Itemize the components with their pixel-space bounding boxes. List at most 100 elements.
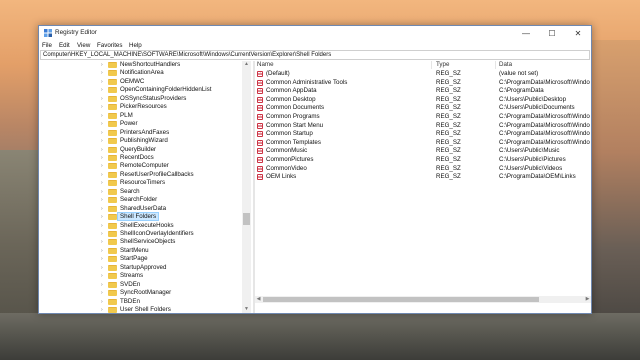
value-row[interactable]: ab CommonMusic REG_SZ C:\Users\Public\Music <box>255 147 591 156</box>
folder-icon <box>108 256 117 263</box>
chevron-right-icon[interactable]: › <box>101 231 103 237</box>
column-divider[interactable] <box>431 61 432 69</box>
tree-item[interactable]: › QueryBuilder <box>40 146 240 155</box>
tree-item[interactable]: › SVDEn <box>40 281 240 290</box>
chevron-right-icon[interactable]: › <box>101 197 103 203</box>
value-row[interactable]: ab Common Start Menu REG_SZ C:\ProgramData\… <box>255 122 591 131</box>
chevron-right-icon[interactable]: › <box>101 121 103 127</box>
menu-favorites[interactable]: Favorites <box>97 42 122 49</box>
chevron-right-icon[interactable]: › <box>101 223 103 229</box>
tree-item[interactable]: › OpenContainingFolderHiddenList <box>40 86 240 95</box>
tree-item[interactable]: › ResourceTimers <box>40 179 240 188</box>
value-row[interactable]: ab OEM Links REG_SZ C:\ProgramData\OEM\Link… <box>255 173 591 182</box>
tree-item[interactable]: › Shell Folders <box>40 212 240 222</box>
tree-item[interactable]: › ShellExecuteHooks <box>40 222 240 231</box>
address-bar[interactable]: Computer\HKEY_LOCAL_MACHINE\SOFTWARE\Mic… <box>40 50 590 60</box>
chevron-right-icon[interactable]: › <box>101 214 103 220</box>
tree-item[interactable]: › PickerResources <box>40 103 240 112</box>
values-horizontal-scrollbar[interactable]: ◀ ▶ <box>255 296 591 303</box>
value-row[interactable]: ab Common Documents REG_SZ C:\Users\Public\… <box>255 104 591 113</box>
chevron-right-icon[interactable]: › <box>101 113 103 119</box>
tree-item[interactable]: › Search <box>40 188 240 197</box>
tree-item[interactable]: › OEMWC <box>40 78 240 87</box>
tree-item[interactable]: › PrintersAndFaxes <box>40 129 240 138</box>
tree-item[interactable]: › PublishingWizard <box>40 137 240 146</box>
value-row[interactable]: ab CommonPictures REG_SZ C:\Users\Public\Pi… <box>255 156 591 165</box>
value-row[interactable]: ab Common AppData REG_SZ C:\ProgramData <box>255 87 591 96</box>
tree-item[interactable]: › SharedUserData <box>40 205 240 214</box>
scroll-down-icon[interactable]: ▼ <box>243 306 250 313</box>
tree-scroll-thumb[interactable] <box>243 213 250 225</box>
chevron-right-icon[interactable]: › <box>101 138 103 144</box>
chevron-right-icon[interactable]: › <box>101 104 103 110</box>
tree-item[interactable]: › StartMenu <box>40 247 240 256</box>
value-row[interactable]: ab Common Programs REG_SZ C:\ProgramData\Mi… <box>255 113 591 122</box>
tree-item[interactable]: › NotificationArea <box>40 69 240 78</box>
folder-icon <box>108 78 117 85</box>
value-row[interactable]: ab Common Startup REG_SZ C:\ProgramData\Mic… <box>255 130 591 139</box>
tree-item[interactable]: › User Shell Folders <box>40 306 240 313</box>
chevron-right-icon[interactable]: › <box>101 172 103 178</box>
value-row[interactable]: ab (Default) REG_SZ (value not set) <box>255 70 591 79</box>
chevron-right-icon[interactable]: › <box>101 163 103 169</box>
chevron-right-icon[interactable]: › <box>101 180 103 186</box>
tree-item[interactable]: › SearchFolder <box>40 196 240 205</box>
chevron-right-icon[interactable]: › <box>101 248 103 254</box>
tree-item[interactable]: › Streams <box>40 272 240 281</box>
scroll-up-icon[interactable]: ▲ <box>243 61 250 68</box>
column-header-type[interactable]: Type <box>436 61 449 69</box>
chevron-right-icon[interactable]: › <box>101 290 103 296</box>
menu-file[interactable]: File <box>42 42 52 49</box>
tree-item[interactable]: › SyncRootManager <box>40 289 240 298</box>
tree-item[interactable]: › NewShortcutHandlers <box>40 61 240 70</box>
chevron-right-icon[interactable]: › <box>101 307 103 313</box>
chevron-right-icon[interactable]: › <box>101 70 103 76</box>
menu-edit[interactable]: Edit <box>59 42 70 49</box>
chevron-right-icon[interactable]: › <box>101 130 103 136</box>
tree-vertical-scrollbar[interactable]: ▲ ▼ <box>242 61 251 313</box>
menu-help[interactable]: Help <box>129 42 142 49</box>
tree-item[interactable]: › Power <box>40 120 240 129</box>
chevron-right-icon[interactable]: › <box>101 282 103 288</box>
chevron-right-icon[interactable]: › <box>101 256 103 262</box>
chevron-right-icon[interactable]: › <box>101 62 103 68</box>
chevron-right-icon[interactable]: › <box>101 147 103 153</box>
chevron-right-icon[interactable]: › <box>101 96 103 102</box>
value-row[interactable]: ab CommonVideo REG_SZ C:\Users\Public\Video… <box>255 165 591 174</box>
maximize-button[interactable]: ☐ <box>539 26 565 40</box>
chevron-right-icon[interactable]: › <box>101 79 103 85</box>
tree-item-label: QueryBuilder <box>120 145 157 153</box>
tree-item[interactable]: › OSSyncStatusProviders <box>40 95 240 104</box>
chevron-right-icon[interactable]: › <box>101 87 103 93</box>
chevron-right-icon[interactable]: › <box>101 189 103 195</box>
value-row[interactable]: ab Common Administrative Tools REG_SZ C:\Pr… <box>255 79 591 88</box>
chevron-right-icon[interactable]: › <box>101 299 103 305</box>
menu-view[interactable]: View <box>77 42 90 49</box>
tree-item[interactable]: › ShellServiceObjects <box>40 238 240 247</box>
chevron-right-icon[interactable]: › <box>101 155 103 161</box>
column-divider[interactable] <box>495 61 496 69</box>
tree-item[interactable]: › ShellIconOverlayIdentifiers <box>40 230 240 239</box>
values-scroll-thumb[interactable] <box>263 297 539 302</box>
column-header-data[interactable]: Data <box>499 61 512 69</box>
tree-item[interactable]: › PLM <box>40 112 240 121</box>
chevron-right-icon[interactable]: › <box>101 265 103 271</box>
title-bar[interactable]: Registry Editor — ☐ ✕ <box>39 26 591 40</box>
tree-item[interactable]: › ResetUserProfileCallbacks <box>40 171 240 180</box>
value-data: C:\Users\Public\Music <box>499 147 560 155</box>
value-row[interactable]: ab Common Desktop REG_SZ C:\Users\Public\De… <box>255 96 591 105</box>
tree-item[interactable]: › StartupApproved <box>40 264 240 273</box>
minimize-button[interactable]: — <box>513 26 539 40</box>
chevron-right-icon[interactable]: › <box>101 206 103 212</box>
tree-item[interactable]: › RemoteComputer <box>40 162 240 171</box>
column-header-name[interactable]: Name <box>257 61 274 69</box>
value-row[interactable]: ab Common Templates REG_SZ C:\ProgramData\M… <box>255 139 591 148</box>
tree-item[interactable]: › TBDEn <box>40 298 240 307</box>
close-button[interactable]: ✕ <box>565 26 591 40</box>
chevron-right-icon[interactable]: › <box>101 273 103 279</box>
tree-item[interactable]: › StartPage <box>40 255 240 264</box>
chevron-right-icon[interactable]: › <box>101 239 103 245</box>
tree-item[interactable]: › RecentDocs <box>40 154 240 163</box>
scroll-right-icon[interactable]: ▶ <box>584 296 591 303</box>
scroll-left-icon[interactable]: ◀ <box>255 296 262 303</box>
